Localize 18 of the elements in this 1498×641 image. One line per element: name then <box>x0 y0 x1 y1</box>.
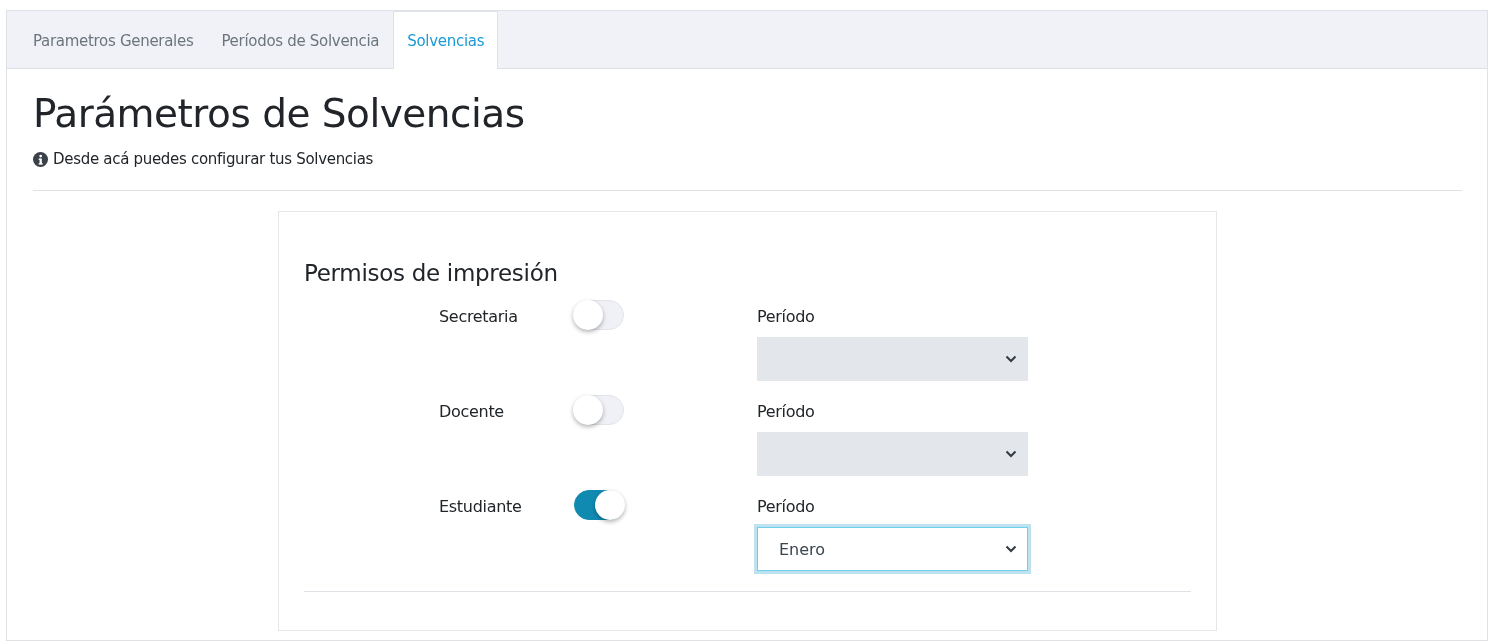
page-subtitle: Desde acá puedes configurar tus Solvencias <box>53 150 374 168</box>
chevron-down-icon <box>1005 355 1017 363</box>
role-label: Secretaria <box>439 306 519 328</box>
period-label: Período <box>757 496 816 516</box>
period-select[interactable]: Enero <box>757 527 1028 571</box>
tab[interactable]: Períodos de Solvencia <box>207 11 394 69</box>
role-label: Docente <box>439 401 505 423</box>
chevron-down-icon <box>1005 545 1017 553</box>
tab[interactable]: Parametros Generales <box>19 11 208 69</box>
period-label: Período <box>757 306 816 326</box>
toggle-switch[interactable] <box>574 490 624 520</box>
info-icon <box>33 151 48 167</box>
period-label: Período <box>757 401 816 421</box>
role-label: Estudiante <box>439 496 523 518</box>
card-title: Permisos de impresión <box>304 260 559 286</box>
tab[interactable]: Solvencias <box>393 11 499 69</box>
chevron-down-icon <box>1005 450 1017 458</box>
page-title: Parámetros de Solvencias <box>33 91 526 136</box>
